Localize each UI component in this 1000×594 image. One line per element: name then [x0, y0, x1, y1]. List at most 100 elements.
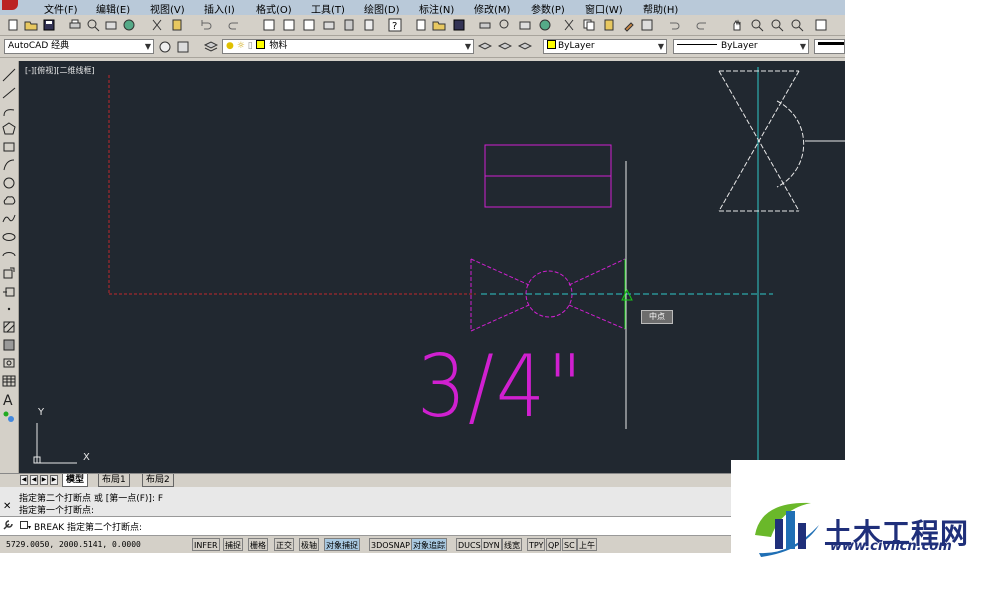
zoom-previous-icon[interactable] [790, 18, 804, 32]
point-icon[interactable] [2, 301, 16, 315]
status-3dosnap[interactable]: 3DOSNAP [369, 538, 412, 551]
tab-layout1[interactable]: 布局1 [98, 474, 130, 487]
layer-manager-icon[interactable] [204, 40, 218, 54]
zoom-icon[interactable] [282, 18, 296, 32]
menu-format[interactable]: 格式(O) [256, 1, 292, 16]
status-infer[interactable]: INFER [192, 538, 220, 551]
status-osnap[interactable]: 对象捕捉 [324, 538, 360, 551]
redo-icon-2[interactable] [696, 18, 710, 32]
status-lineweight[interactable]: 线宽 [502, 538, 522, 551]
workspace-icon[interactable] [176, 40, 190, 54]
polygon-icon[interactable] [2, 121, 16, 135]
ellipse-arc-icon[interactable] [2, 247, 16, 261]
new-icon-2[interactable] [414, 18, 428, 32]
copy-icon[interactable] [582, 18, 596, 32]
first-tab-icon[interactable]: ◀ [20, 475, 28, 485]
command-menu-icon[interactable]: ▾ [20, 520, 32, 530]
layer-state-icon[interactable] [518, 40, 532, 54]
menu-file[interactable]: 文件(F) [44, 1, 78, 16]
plot-preview-icon[interactable] [86, 18, 100, 32]
insert-block-icon[interactable] [2, 265, 16, 279]
menu-view[interactable]: 视图(V) [150, 1, 185, 16]
cut-icon-2[interactable] [562, 18, 576, 32]
save-icon[interactable] [42, 18, 56, 32]
status-am[interactable]: 上午 [577, 538, 597, 551]
next-tab-icon[interactable]: ▶ [40, 475, 48, 485]
menu-help[interactable]: 帮助(H) [643, 1, 678, 16]
match-properties-icon[interactable] [622, 18, 636, 32]
menu-dimension[interactable]: 标注(N) [419, 1, 454, 16]
table-icon[interactable] [2, 373, 16, 387]
menu-tools[interactable]: 工具(T) [311, 1, 345, 16]
revision-cloud-icon[interactable] [2, 193, 16, 207]
open-icon[interactable] [24, 18, 38, 32]
make-current-layer-icon[interactable] [478, 40, 492, 54]
polyline-icon[interactable] [2, 103, 16, 117]
cut-icon[interactable] [150, 18, 164, 32]
paste-icon[interactable] [170, 18, 184, 32]
layer-select[interactable]: ● ☼ ▯ 物料 ▼ [222, 39, 474, 54]
pan-realtime-icon[interactable] [730, 18, 744, 32]
add-selected-icon[interactable] [2, 409, 16, 423]
ellipse-icon[interactable] [2, 229, 16, 243]
multiline-text-icon[interactable]: A [2, 391, 16, 409]
spline-icon[interactable] [2, 211, 16, 225]
preview-icon-2[interactable] [498, 18, 512, 32]
wrench-icon[interactable] [3, 520, 13, 530]
web-icon[interactable] [122, 18, 136, 32]
status-tpy[interactable]: TPY [527, 538, 546, 551]
line-icon[interactable] [2, 67, 16, 82]
zoom-realtime-icon[interactable] [750, 18, 764, 32]
status-grid[interactable]: 栅格 [248, 538, 268, 551]
publish-icon[interactable] [104, 18, 118, 32]
design-center-icon[interactable] [322, 18, 336, 32]
status-otrack[interactable]: 对象追踪 [411, 538, 447, 551]
new-icon[interactable] [6, 18, 20, 32]
prev-tab-icon[interactable]: ◀ [30, 475, 38, 485]
menu-edit[interactable]: 编辑(E) [96, 1, 130, 16]
undo-icon-2[interactable] [666, 18, 680, 32]
paste-icon-2[interactable] [602, 18, 616, 32]
layer-previous-icon[interactable] [498, 40, 512, 54]
menu-window[interactable]: 窗口(W) [585, 1, 623, 16]
redo-icon[interactable] [228, 18, 242, 32]
status-ortho[interactable]: 正交 [274, 538, 294, 551]
gradient-icon[interactable] [2, 337, 16, 351]
hatch-icon[interactable] [2, 319, 16, 333]
color-select[interactable]: ByLayer ▼ [543, 39, 667, 54]
make-block-icon[interactable] [2, 283, 16, 297]
save-icon-2[interactable] [452, 18, 466, 32]
status-qp[interactable]: QP [546, 538, 562, 551]
menu-modify[interactable]: 修改(M) [474, 1, 510, 16]
tab-model[interactable]: 模型 [62, 474, 89, 487]
menu-draw[interactable]: 绘图(D) [364, 1, 400, 16]
tool-palettes-icon[interactable] [342, 18, 356, 32]
workspace-select[interactable]: AutoCAD 经典 ▼ [4, 39, 154, 54]
menu-parametric[interactable]: 参数(P) [531, 1, 565, 16]
command-line[interactable]: ▾ BREAK 指定第二个打断点: [0, 516, 845, 535]
zoom-window-icon[interactable] [770, 18, 784, 32]
workspace-settings-icon[interactable] [158, 40, 172, 54]
tab-layout2[interactable]: 布局2 [142, 474, 174, 487]
construction-line-icon[interactable] [2, 85, 16, 99]
rectangle-icon[interactable] [2, 139, 16, 153]
circle-icon[interactable] [2, 175, 16, 189]
open-icon-2[interactable] [432, 18, 446, 32]
viewport-label[interactable]: [-][俯视][二维线框] [25, 65, 95, 76]
status-snap[interactable]: 捕捉 [223, 538, 243, 551]
calculator-icon[interactable] [362, 18, 376, 32]
properties-icon-2[interactable] [814, 18, 828, 32]
properties-icon[interactable] [302, 18, 316, 32]
close-icon[interactable]: ✕ [3, 501, 11, 512]
block-editor-icon[interactable] [640, 18, 654, 32]
print-icon[interactable] [68, 18, 82, 32]
status-ducs[interactable]: DUCS [456, 538, 483, 551]
print-icon-2[interactable] [478, 18, 492, 32]
region-icon[interactable] [2, 355, 16, 369]
last-tab-icon[interactable]: ▶ [50, 475, 58, 485]
status-dyn[interactable]: DYN [481, 538, 502, 551]
web-icon-2[interactable] [538, 18, 552, 32]
arc-icon[interactable] [2, 157, 16, 171]
app-icon[interactable] [2, 0, 18, 10]
pan-icon[interactable] [262, 18, 276, 32]
